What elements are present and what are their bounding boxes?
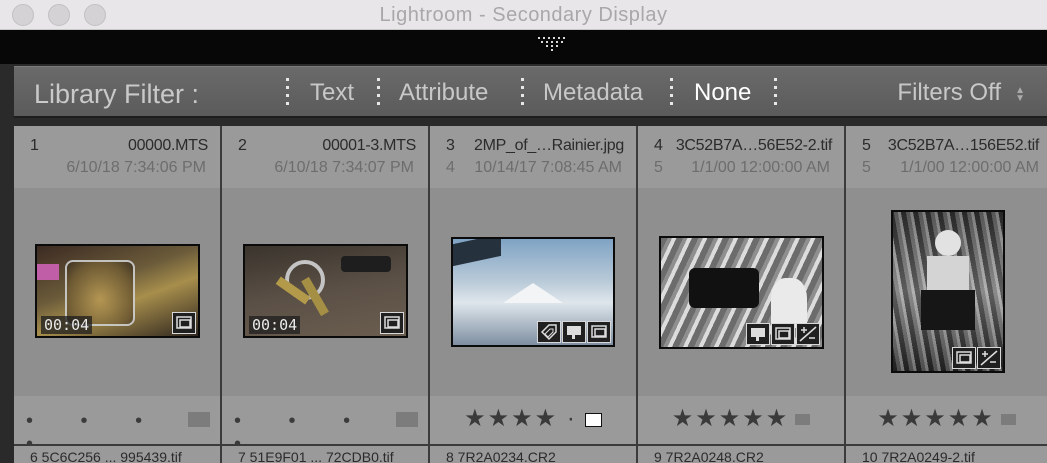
cell-header: 1 00000.MTS 6/10/18 7:34:06 PM (14, 126, 220, 188)
window-title: Lightroom - Secondary Display (379, 4, 668, 26)
cell-index: 4 (654, 137, 663, 154)
stack-icon[interactable] (771, 323, 795, 345)
develop-adjust-icon[interactable] (977, 347, 1001, 369)
keyword-icon[interactable] (537, 321, 561, 343)
updown-chevron-icon[interactable]: ▲ ▼ (1015, 86, 1025, 104)
cell-date: 1/1/00 12:00:00 AM (691, 159, 830, 176)
color-label-swatch[interactable] (1000, 414, 1016, 426)
cell-footer: ★★★★ · (430, 396, 636, 444)
cell-index: 1 (30, 137, 39, 154)
cell-index: 5 (862, 137, 871, 154)
star-rating[interactable]: ★★★★ · (430, 404, 636, 433)
cell-filename: 00001-3.MTS (322, 137, 416, 154)
filter-separator (377, 78, 380, 106)
color-label-swatch[interactable] (795, 414, 811, 426)
stack-icon[interactable] (587, 321, 611, 343)
top-panel-band (0, 30, 1047, 64)
cell-date: 10/14/17 7:08:45 AM (474, 159, 622, 176)
library-filter-title: Library Filter : (34, 79, 200, 109)
star-rating[interactable]: ★★★★★ (638, 404, 844, 433)
cell-filename: 00000.MTS (127, 137, 208, 154)
cell-filename: 3C52B7A…156E52.tif (887, 137, 1039, 154)
grid-cell[interactable]: 2 00001-3.MTS 6/10/18 7:34:07 PM 00:04 •… (222, 126, 428, 455)
video-thumbnail[interactable]: 00:04 (35, 244, 200, 338)
grid-cell-partial[interactable]: 7 51E9F01 ... 72CDB0.tif (222, 446, 428, 463)
library-grid: 1 00000.MTS 6/10/18 7:34:06 PM 00:04 • •… (14, 126, 1047, 463)
filter-separator (286, 78, 289, 106)
filter-tab-metadata[interactable]: Metadata (543, 79, 643, 107)
cell-stack-count: 5 (862, 159, 871, 176)
filter-separator (774, 78, 777, 106)
filter-separator (670, 78, 673, 106)
filter-preset-select[interactable]: Filters Off (897, 79, 1001, 107)
comment-icon[interactable] (746, 323, 770, 345)
cell-stack-count: 4 (446, 159, 455, 176)
cell-footer: • • • • • (14, 396, 220, 455)
photo-thumbnail[interactable] (451, 237, 615, 347)
video-thumbnail[interactable]: 00:04 (243, 244, 408, 338)
color-label-swatch[interactable] (396, 412, 418, 427)
photo-thumbnail[interactable] (891, 210, 1005, 373)
panel-toggle-handle-icon[interactable] (538, 37, 568, 51)
grid-cell-partial[interactable]: 8 7R2A0234.CR2 (430, 446, 636, 463)
star-rating-value: ★★★★ · (464, 405, 577, 432)
filter-tab-none[interactable]: None (694, 79, 751, 107)
develop-adjust-icon[interactable] (796, 323, 820, 345)
cell-index: 3 (446, 137, 455, 154)
filter-tab-text[interactable]: Text (310, 79, 354, 107)
cell-partial-label: 6 5C6C256 ... 995439.tif (30, 449, 182, 463)
cell-partial-label: 7 51E9F01 ... 72CDB0.tif (238, 449, 394, 463)
cell-partial-label: 9 7R2A0248.CR2 (654, 449, 764, 463)
grid-cell[interactable]: 3 2MP_of_…Rainier.jpg 4 10/14/17 7:08:45… (430, 126, 636, 444)
grid-cell-partial[interactable]: 6 5C6C256 ... 995439.tif (14, 446, 220, 463)
cell-date: 6/10/18 7:34:07 PM (274, 159, 414, 176)
cell-header: 2 00001-3.MTS 6/10/18 7:34:07 PM (222, 126, 428, 188)
grid-cell[interactable]: 5 3C52B7A…156E52.tif 5 1/1/00 12:00:00 A… (846, 126, 1047, 444)
cell-date: 1/1/00 12:00:00 AM (900, 159, 1039, 176)
cell-header: 3 2MP_of_…Rainier.jpg 4 10/14/17 7:08:45… (430, 126, 636, 188)
color-label-swatch[interactable] (188, 412, 210, 427)
star-rating[interactable]: ★★★★★ (846, 404, 1047, 433)
stack-icon[interactable] (380, 312, 404, 334)
grid-cell[interactable]: 1 00000.MTS 6/10/18 7:34:06 PM 00:04 • •… (14, 126, 220, 455)
cell-header: 4 3C52B7A…56E52-2.tif 5 1/1/00 12:00:00 … (638, 126, 844, 188)
color-label-white[interactable] (584, 412, 602, 427)
cell-index: 2 (238, 137, 247, 154)
grid-cell[interactable]: 4 3C52B7A…56E52-2.tif 5 1/1/00 12:00:00 … (638, 126, 844, 444)
filter-tab-attribute[interactable]: Attribute (399, 79, 488, 107)
cell-header: 5 3C52B7A…156E52.tif 5 1/1/00 12:00:00 A… (846, 126, 1047, 188)
cell-footer: • • • • • (222, 396, 428, 455)
window-titlebar: Lightroom - Secondary Display (0, 0, 1047, 30)
video-duration: 00:04 (41, 316, 93, 334)
stack-icon[interactable] (172, 312, 196, 334)
library-filter-bar: Library Filter : Text Attribute Metadata… (14, 66, 1047, 118)
cell-filename: 3C52B7A…56E52-2.tif (675, 137, 832, 154)
star-rating-value: ★★★★★ (671, 405, 790, 432)
video-duration: 00:04 (249, 316, 301, 334)
cell-stack-count: 5 (654, 159, 663, 176)
cell-footer: ★★★★★ (846, 396, 1047, 444)
star-rating-value: ★★★★★ (877, 405, 995, 432)
grid-cell-partial[interactable]: 10 7R2A0249-2.tif (846, 446, 1047, 463)
cell-partial-label: 8 7R2A0234.CR2 (446, 449, 556, 463)
photo-thumbnail[interactable] (659, 236, 824, 349)
stack-icon[interactable] (952, 347, 976, 369)
comment-icon[interactable] (562, 321, 586, 343)
filter-separator (521, 78, 524, 106)
cell-partial-label: 10 7R2A0249-2.tif (862, 449, 975, 463)
grid-cell-partial[interactable]: 9 7R2A0248.CR2 (638, 446, 844, 463)
cell-footer: ★★★★★ (638, 396, 844, 444)
cell-filename: 2MP_of_…Rainier.jpg (474, 137, 624, 154)
cell-date: 6/10/18 7:34:06 PM (66, 159, 206, 176)
